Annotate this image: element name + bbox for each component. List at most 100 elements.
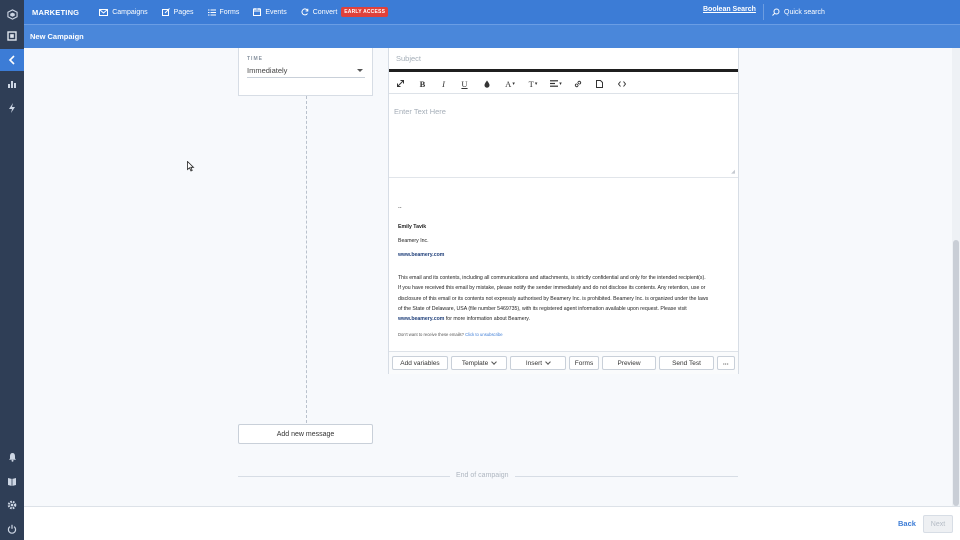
size-label: T bbox=[528, 78, 534, 89]
legal-line: of the State of Delaware, USA (file numb… bbox=[398, 306, 687, 313]
editor-toolbar: B I U A ▾ T ▾ ▾ bbox=[389, 74, 738, 94]
bell-icon[interactable] bbox=[0, 446, 24, 468]
add-variables-button[interactable]: Add variables bbox=[392, 356, 448, 370]
bar-chart-icon[interactable] bbox=[0, 73, 24, 95]
expand-icon[interactable] bbox=[389, 74, 412, 94]
text-color-icon[interactable] bbox=[475, 74, 498, 94]
nav-item-events[interactable]: Events bbox=[253, 8, 287, 16]
calendar-icon bbox=[253, 8, 262, 16]
caret-icon: ▾ bbox=[512, 81, 515, 87]
nav-item-forms[interactable]: Forms bbox=[207, 8, 240, 16]
legal-line-end: for more information about Beamery. bbox=[444, 316, 530, 323]
unsubscribe-link[interactable]: Click to unsubscribe bbox=[465, 332, 502, 337]
font-label: A bbox=[505, 78, 512, 89]
button-label: Template bbox=[461, 359, 489, 367]
add-new-message-button[interactable]: Add new message bbox=[238, 424, 373, 444]
nav-item-convert[interactable]: Convert EARLY ACCESS bbox=[301, 7, 389, 17]
back-button[interactable]: Back bbox=[898, 519, 916, 528]
settings-gear-icon[interactable] bbox=[0, 494, 24, 516]
chevron-down-icon bbox=[491, 358, 498, 365]
legal-disclaimer: This email and its contents, including a… bbox=[398, 273, 733, 324]
preview-button[interactable]: Preview bbox=[602, 356, 656, 370]
font-size-dropdown[interactable]: T ▾ bbox=[522, 74, 544, 94]
nav-label: Pages bbox=[173, 8, 194, 16]
button-label: Preview bbox=[617, 359, 641, 367]
list-icon bbox=[207, 9, 216, 15]
signature-separator: -- bbox=[398, 205, 402, 211]
nav-item-pages[interactable]: Pages bbox=[161, 8, 194, 16]
align-dropdown[interactable]: ▾ bbox=[544, 74, 568, 94]
end-of-campaign-label: End of campaign bbox=[450, 472, 515, 479]
legal-line: www.beamery.com for more information abo… bbox=[398, 314, 733, 324]
boolean-search-link[interactable]: Boolean Search bbox=[703, 6, 756, 13]
book-icon[interactable] bbox=[0, 470, 24, 492]
button-label: Insert bbox=[525, 359, 543, 367]
legal-line: This email and its contents, including a… bbox=[398, 275, 706, 282]
document-icon[interactable] bbox=[588, 74, 610, 94]
bold-button[interactable]: B bbox=[412, 74, 433, 94]
editor-actions: Add variables Template Insert Forms Prev… bbox=[389, 351, 738, 374]
top-navigation: MARKETING Campaigns Pages Forms Events C… bbox=[24, 0, 960, 24]
italic-button[interactable]: I bbox=[433, 74, 454, 94]
search-icon bbox=[772, 8, 780, 16]
time-card: TIME Immediately bbox=[238, 48, 373, 96]
back-arrow-icon[interactable] bbox=[0, 49, 24, 71]
campaign-canvas: TIME Immediately Subject B I U A▾ T▾ ▾ bbox=[24, 48, 952, 506]
nav-item-campaigns[interactable]: Campaigns bbox=[99, 8, 148, 16]
unsubscribe-text: Don't want to receive these emails? bbox=[398, 331, 466, 337]
signature-website-link[interactable]: www.beamery.com bbox=[398, 252, 733, 260]
insert-dropdown[interactable]: Insert bbox=[510, 356, 566, 370]
page-header: New Campaign bbox=[24, 24, 960, 48]
app-logo-icon[interactable] bbox=[0, 3, 24, 25]
resize-handle-icon[interactable]: ◢ bbox=[731, 169, 735, 175]
edit-page-icon bbox=[161, 8, 170, 16]
email-editor: Subject B I U A ▾ T ▾ ▾ Enter Text Here … bbox=[388, 48, 739, 374]
envelope-icon bbox=[99, 8, 109, 16]
align-left-icon bbox=[550, 80, 559, 87]
more-icon: ••• bbox=[723, 360, 729, 366]
button-label: Send Test bbox=[672, 359, 701, 367]
body-placeholder: Enter Text Here bbox=[394, 107, 446, 116]
code-view-icon[interactable] bbox=[610, 74, 634, 94]
quick-search-input[interactable]: Quick search bbox=[763, 4, 903, 20]
signature-company: Beamery Inc. bbox=[398, 238, 429, 245]
timeline-connector bbox=[306, 96, 307, 423]
forms-button[interactable]: Forms bbox=[569, 356, 599, 370]
button-label: Add variables bbox=[400, 359, 440, 367]
lightning-icon[interactable] bbox=[0, 97, 24, 119]
dashboard-icon[interactable] bbox=[0, 25, 24, 47]
footer-bar: Back Next bbox=[24, 506, 960, 540]
caret-icon: ▾ bbox=[559, 80, 562, 87]
button-label: Forms bbox=[574, 359, 594, 367]
refresh-icon bbox=[301, 8, 309, 16]
signature-name: Emily Tavik bbox=[398, 223, 427, 230]
left-rail bbox=[0, 0, 24, 540]
send-test-button[interactable]: Send Test bbox=[659, 356, 714, 370]
brand-label[interactable]: MARKETING bbox=[32, 8, 79, 17]
mouse-pointer-icon bbox=[187, 161, 195, 172]
legal-website-link[interactable]: www.beamery.com bbox=[398, 316, 444, 322]
link-icon[interactable] bbox=[568, 74, 588, 94]
time-select-value: Immediately bbox=[247, 66, 288, 75]
next-button[interactable]: Next bbox=[923, 515, 953, 533]
template-dropdown[interactable]: Template bbox=[451, 356, 507, 370]
email-body-input[interactable]: Enter Text Here ◢ bbox=[389, 94, 738, 178]
button-label: Next bbox=[930, 520, 946, 528]
button-label: Add new message bbox=[276, 430, 335, 438]
quick-search-placeholder: Quick search bbox=[784, 8, 825, 16]
nav-label: Events bbox=[265, 8, 287, 16]
time-select[interactable]: Immediately bbox=[247, 64, 365, 78]
nav-label: Forms bbox=[219, 8, 240, 16]
nav-label: Campaigns bbox=[112, 8, 148, 16]
font-dropdown[interactable]: A ▾ bbox=[498, 74, 522, 94]
underline-button[interactable]: U bbox=[454, 74, 475, 94]
page-title: New Campaign bbox=[30, 32, 84, 41]
caret-icon: ▾ bbox=[534, 81, 538, 87]
more-options-button[interactable]: ••• bbox=[717, 356, 735, 370]
subject-input[interactable]: Subject bbox=[389, 48, 738, 72]
time-label: TIME bbox=[247, 56, 263, 62]
nav-label: Convert bbox=[312, 8, 338, 16]
scrollbar-thumb[interactable] bbox=[953, 240, 959, 506]
power-icon[interactable] bbox=[0, 518, 24, 540]
early-access-badge: EARLY ACCESS bbox=[341, 7, 389, 17]
